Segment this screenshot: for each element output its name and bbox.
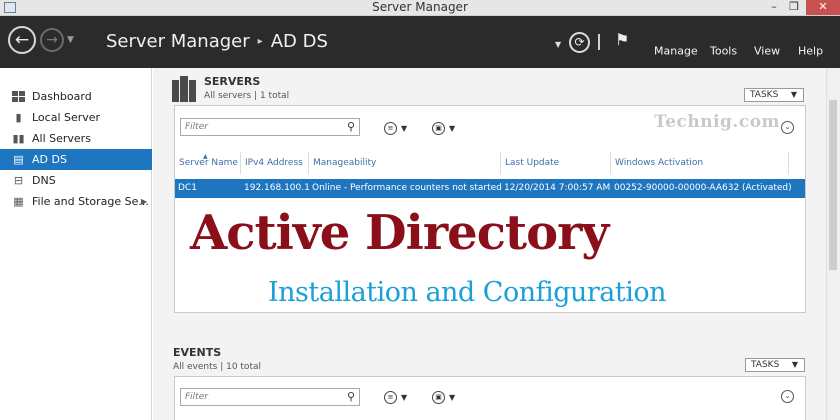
save-icon: ▣ xyxy=(432,390,445,404)
events-subtitle: All events | 10 total xyxy=(173,362,261,372)
window-title: Server Manager xyxy=(372,0,468,14)
servers-filter-input[interactable]: Filter ⚲ xyxy=(180,118,360,136)
breadcrumb: Server Manager ▸ AD DS xyxy=(106,31,328,52)
column-header-windows-activation[interactable]: Windows Activation xyxy=(611,152,789,174)
expand-icon[interactable]: ⌄ xyxy=(781,390,794,403)
sidebar-item-ad-ds[interactable]: ▤ AD DS xyxy=(0,149,152,170)
overlay-title: Active Directory xyxy=(190,205,609,261)
dropdown-icon[interactable]: ▼ xyxy=(555,40,561,49)
tasks-label: TASKS xyxy=(750,90,779,100)
sidebar-item-label: All Servers xyxy=(32,132,91,145)
sidebar-item-all-servers[interactable]: ▮▮ All Servers xyxy=(0,128,152,149)
chevron-down-icon: ▼ xyxy=(449,392,456,402)
sidebar: Dashboard ▮ Local Server ▮▮ All Servers … xyxy=(0,68,152,420)
notifications-flag-icon[interactable]: ⚑ xyxy=(615,30,629,49)
list-options-button[interactable]: ≡ ▼ xyxy=(384,121,407,135)
events-title: EVENTS xyxy=(173,346,222,359)
refresh-icon[interactable]: ⟳ xyxy=(569,32,590,53)
directory-icon: ▤ xyxy=(13,153,24,166)
minimize-button[interactable]: – xyxy=(764,0,784,15)
column-header-manageability[interactable]: Manageability xyxy=(309,152,501,174)
filter-placeholder: Filter xyxy=(185,392,208,402)
servers-subtitle: All servers | 1 total xyxy=(204,91,290,101)
search-icon[interactable]: ⚲ xyxy=(347,390,355,403)
sidebar-item-local-server[interactable]: ▮ Local Server xyxy=(0,107,152,128)
breadcrumb-current: AD DS xyxy=(270,31,328,52)
cell-server-name: DC1 xyxy=(178,183,197,193)
cell-windows-activation: 00252-90000-00000-AA632 (Activated) xyxy=(614,183,792,193)
overlay-subtitle: Installation and Configuration xyxy=(268,277,667,308)
app-header: ← → ▼ Server Manager ▸ AD DS ▼ ⟳ ⚑ Manage … xyxy=(0,16,840,68)
search-icon[interactable]: ⚲ xyxy=(347,120,355,133)
chevron-down-icon: ▼ xyxy=(449,123,456,133)
column-header-ipv4[interactable]: IPv4 Address xyxy=(241,152,309,174)
list-icon: ≡ xyxy=(384,390,397,404)
chevron-down-icon: ▼ xyxy=(791,360,798,369)
chevron-down-icon: ▼ xyxy=(401,123,408,133)
chevron-down-icon: ▼ xyxy=(401,392,408,402)
sidebar-item-label: DNS xyxy=(32,174,56,187)
sidebar-item-label: File and Storage Se... xyxy=(32,195,149,208)
close-button[interactable]: ✕ xyxy=(806,0,840,15)
list-options-button[interactable]: ≡ ▼ xyxy=(384,390,407,404)
sidebar-item-label: Dashboard xyxy=(32,90,92,103)
back-arrow-icon[interactable]: ← xyxy=(8,26,36,54)
cell-manageability: Online - Performance counters not starte… xyxy=(312,183,502,193)
save-query-button[interactable]: ▣ ▼ xyxy=(432,390,455,404)
sidebar-item-dns[interactable]: ⊟ DNS xyxy=(0,170,152,191)
forward-arrow-icon[interactable]: → xyxy=(40,28,64,52)
history-dropdown-icon[interactable]: ▼ xyxy=(67,35,74,45)
title-bar: Server Manager – ❐ ✕ xyxy=(0,0,840,16)
storage-icon: ▦ xyxy=(13,195,24,208)
expand-icon[interactable]: ⌄ xyxy=(781,121,794,134)
save-icon: ▣ xyxy=(432,121,445,135)
cell-last-update: 12/20/2014 7:00:57 AM xyxy=(504,183,611,193)
tasks-label: TASKS xyxy=(751,360,780,370)
events-tasks-button[interactable]: TASKS ▼ xyxy=(745,358,805,372)
filter-placeholder: Filter xyxy=(185,122,208,132)
watermark-text: Technig.com xyxy=(654,112,781,132)
menu-help[interactable]: Help xyxy=(798,45,823,58)
server-icon: ▮ xyxy=(15,111,22,124)
list-icon: ≡ xyxy=(384,121,397,135)
save-query-button[interactable]: ▣ ▼ xyxy=(432,121,455,135)
servers-icon: ▮▮ xyxy=(12,132,25,145)
sidebar-item-label: AD DS xyxy=(32,153,67,166)
breadcrumb-root[interactable]: Server Manager xyxy=(106,31,250,52)
cell-ipv4: 192.168.100.1 xyxy=(244,183,310,193)
column-header-server-name[interactable]: Server Name xyxy=(175,152,241,174)
header-divider xyxy=(598,34,600,50)
menu-tools[interactable]: Tools xyxy=(710,45,737,58)
events-filter-input[interactable]: Filter ⚲ xyxy=(180,388,360,406)
scrollbar-thumb[interactable] xyxy=(829,100,837,270)
column-header-last-update[interactable]: Last Update xyxy=(501,152,611,174)
dashboard-icon xyxy=(12,91,25,102)
menu-view[interactable]: View xyxy=(754,45,780,58)
chevron-down-icon: ▼ xyxy=(790,90,797,99)
menu-manage[interactable]: Manage xyxy=(654,45,698,58)
expand-arrow-icon[interactable]: ▶ xyxy=(141,191,147,212)
dns-icon: ⊟ xyxy=(13,174,24,187)
servers-title: SERVERS xyxy=(204,75,261,88)
sidebar-item-file-storage[interactable]: ▦ File and Storage Se... ▶ xyxy=(0,191,152,212)
sidebar-item-label: Local Server xyxy=(32,111,101,124)
maximize-button[interactable]: ❐ xyxy=(784,0,804,15)
sidebar-item-dashboard[interactable]: Dashboard xyxy=(0,86,152,107)
servers-tasks-button[interactable]: TASKS ▼ xyxy=(744,88,804,102)
breadcrumb-separator-icon: ▸ xyxy=(257,36,263,47)
servers-section-icon xyxy=(172,76,196,102)
